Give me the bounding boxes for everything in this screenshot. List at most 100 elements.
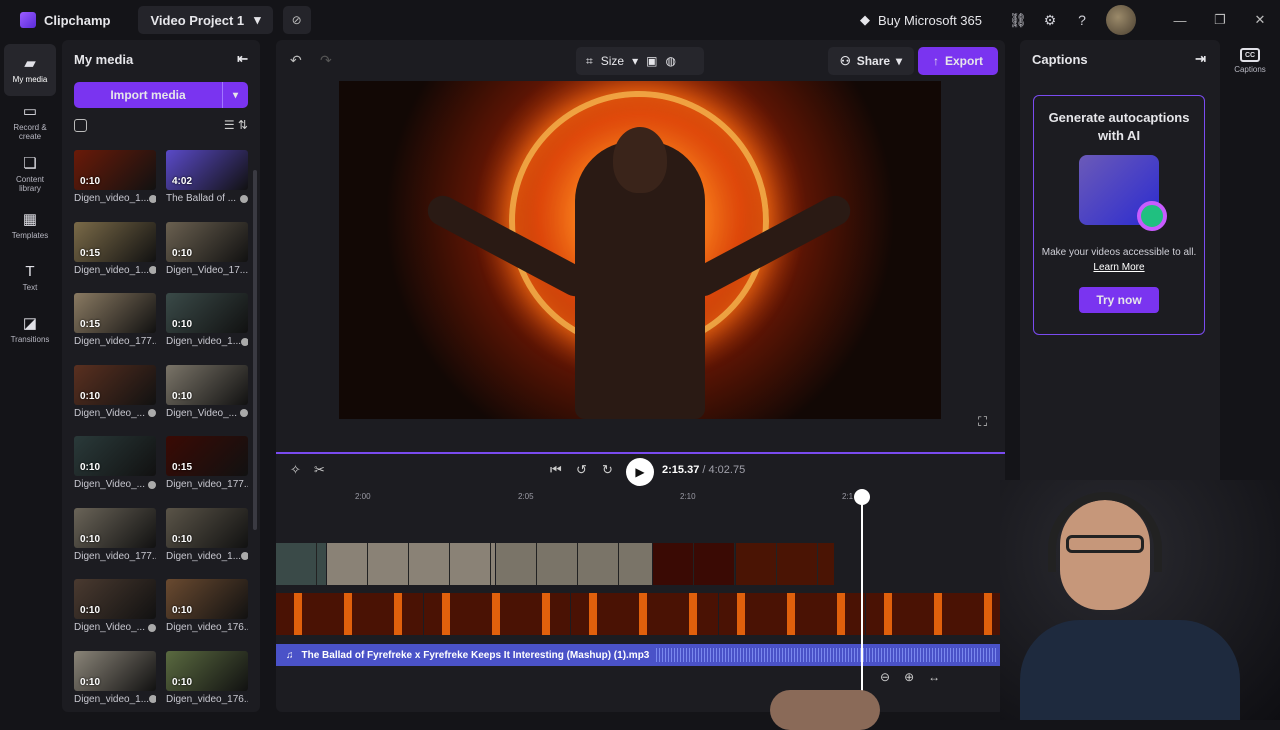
close-icon[interactable]: ✕ — [1240, 12, 1280, 28]
media-tile[interactable]: 0:10 Digen_video_1... — [74, 650, 156, 723]
preview-divider[interactable] — [276, 452, 1005, 454]
app-name: Clipchamp — [44, 12, 111, 28]
media-tile[interactable]: 0:15 Digen_video_177... — [74, 293, 156, 365]
help-icon[interactable]: ? — [1066, 12, 1098, 28]
duration-badge: 0:10 — [80, 390, 101, 402]
zoom-out-icon[interactable]: ⊖ — [880, 670, 890, 684]
duration-badge: 0:10 — [172, 605, 193, 616]
timecode: 2:15.37 / 4:02.75 — [662, 464, 745, 476]
media-tile[interactable]: 0:10 Digen_video_176... — [166, 579, 248, 651]
fullscreen-icon[interactable]: ⛶ — [978, 414, 987, 430]
nav-transitions[interactable]: ◪ Transitions — [4, 304, 56, 356]
playhead-handle[interactable] — [854, 489, 870, 505]
media-tile[interactable]: 0:15 Digen_video_1... — [74, 221, 156, 294]
import-dropdown-chevron-icon[interactable]: ▾ — [222, 82, 248, 108]
play-button[interactable]: ▶ — [626, 458, 654, 486]
media-tile[interactable]: 0:10 Digen_video_177... — [74, 507, 156, 580]
layout-icon[interactable]: ▣ — [646, 54, 657, 68]
settings-gear-icon[interactable]: ⚙ — [1034, 12, 1066, 29]
collapse-panel-icon[interactable]: ⇥ — [1195, 51, 1206, 67]
media-filename: Digen_Video_... — [74, 479, 156, 490]
split-scissors-icon[interactable]: ✂ — [314, 462, 325, 478]
video-track-1[interactable] — [276, 543, 836, 585]
added-check-icon — [241, 337, 248, 346]
media-tile[interactable]: 4:02 The Ballad of ... — [166, 150, 248, 222]
filename-text: Digen_Video_... — [74, 622, 145, 633]
timeline-clip[interactable] — [423, 593, 571, 635]
folder-icon: ▰ — [24, 55, 36, 72]
timeline-clip[interactable] — [736, 543, 834, 585]
timeline-ruler[interactable]: 2:00 2:05 2:10 2:1 — [276, 492, 1005, 508]
playhead[interactable] — [861, 492, 863, 712]
import-media-button[interactable]: Import media ▾ — [74, 82, 248, 108]
filename-text: Digen_video_177... — [74, 336, 156, 347]
filter-sort-icon[interactable]: ☰ ⇅ — [224, 118, 248, 132]
timeline-clip[interactable] — [653, 543, 735, 585]
video-track-2[interactable] — [276, 593, 1005, 635]
nav-my-media[interactable]: ▰ My media — [4, 44, 56, 96]
export-button[interactable]: ↑ Export — [918, 47, 998, 75]
media-tile[interactable]: 0:10 Digen_Video_... — [74, 364, 156, 437]
nav-templates[interactable]: ▦ Templates — [4, 200, 56, 252]
fit-timeline-icon[interactable]: ↔ — [928, 670, 940, 684]
duration-badge: 0:10 — [172, 533, 193, 545]
redo-icon[interactable]: ↷ — [320, 52, 332, 69]
duration-badge: 0:15 — [172, 462, 193, 473]
media-tile[interactable]: 0:10 Digen_video_1... — [74, 150, 156, 222]
try-now-button[interactable]: Try now — [1079, 287, 1159, 313]
collapse-panel-icon[interactable]: ⇤ — [237, 51, 248, 67]
right-rail-captions[interactable]: CC Captions — [1226, 40, 1274, 100]
media-tile[interactable]: 0:10 Digen_Video_... — [74, 579, 156, 651]
minimize-icon[interactable]: — — [1160, 13, 1200, 28]
media-header: My media ⇤ — [62, 40, 260, 78]
avatar[interactable] — [1106, 5, 1136, 35]
rewind-5-icon[interactable]: ↺ — [576, 462, 587, 478]
duration-badge: 4:02 — [172, 176, 193, 187]
timeline-clip[interactable] — [571, 593, 718, 635]
timeline-clip[interactable] — [327, 543, 495, 585]
nav-content-library[interactable]: ❏ Content library — [4, 148, 56, 200]
timeline-clip[interactable] — [496, 543, 652, 585]
video-preview[interactable] — [339, 81, 941, 419]
media-thumbnail: 0:10 — [74, 436, 156, 476]
cloud-off-icon[interactable]: ⊘ — [282, 6, 311, 34]
skip-back-icon[interactable]: ⏮ — [550, 462, 562, 478]
media-scrollbar[interactable] — [253, 170, 257, 530]
media-tile[interactable]: 0:10 Digen_video_1... — [166, 293, 248, 365]
magic-icon[interactable]: ✧ — [290, 462, 301, 478]
buy-microsoft-365-button[interactable]: ◆ Buy Microsoft 365 — [860, 12, 982, 28]
media-tile[interactable]: 0:10 Digen_video_1... — [166, 507, 248, 580]
audio-track[interactable]: ♫ The Ballad of Fyrefreke x Fyrefreke Ke… — [276, 644, 1005, 666]
duration-badge: 0:10 — [172, 319, 193, 330]
nav-record-create[interactable]: ▭ Record & create — [4, 96, 56, 148]
forward-5-icon[interactable]: ↻ — [602, 462, 613, 478]
added-check-icon — [149, 194, 156, 203]
media-tile[interactable]: 0:15 Digen_video_177... — [166, 436, 248, 508]
learn-more-link[interactable]: Learn More — [1034, 262, 1204, 273]
undo-icon[interactable]: ↶ — [290, 52, 302, 69]
media-tile[interactable]: 0:10 Digen_video_176... — [166, 650, 248, 723]
ruler-label: 2:1 — [842, 492, 854, 501]
media-tile[interactable]: 0:10 Digen_Video_17... — [166, 221, 248, 294]
timeline-clip[interactable] — [866, 593, 1005, 635]
timeline-clip[interactable] — [718, 593, 866, 635]
media-title: My media — [74, 51, 134, 67]
added-check-icon — [149, 695, 156, 703]
zoom-in-icon[interactable]: ⊕ — [904, 670, 914, 684]
size-button[interactable]: Size — [601, 54, 624, 68]
nav-text[interactable]: T Text — [4, 252, 56, 304]
project-name-button[interactable]: Video Project 1 ▾ — [138, 6, 273, 34]
effects-icon[interactable]: ◍ — [665, 54, 675, 68]
timeline-clip[interactable] — [276, 543, 326, 585]
share-link-icon[interactable]: ⛓ — [1002, 12, 1034, 29]
playback-controls: ✧ ✂ ⏮ ↺ ↻ ▶ 2:15.37 / 4:02.75 — [276, 458, 1005, 486]
maximize-icon[interactable]: ❐ — [1200, 12, 1240, 28]
select-all-checkbox[interactable] — [74, 118, 87, 132]
media-thumbnail: 0:10 — [166, 507, 248, 548]
filename-text: Digen_Video_... — [166, 407, 237, 419]
media-tile[interactable]: 0:10 Digen_Video_... — [166, 364, 248, 437]
media-tile[interactable]: 0:10 Digen_Video_... — [74, 436, 156, 508]
timeline-clip[interactable] — [276, 593, 423, 635]
duration-badge: 0:10 — [80, 676, 101, 688]
share-button[interactable]: ⚇ Share ▾ — [828, 47, 914, 75]
